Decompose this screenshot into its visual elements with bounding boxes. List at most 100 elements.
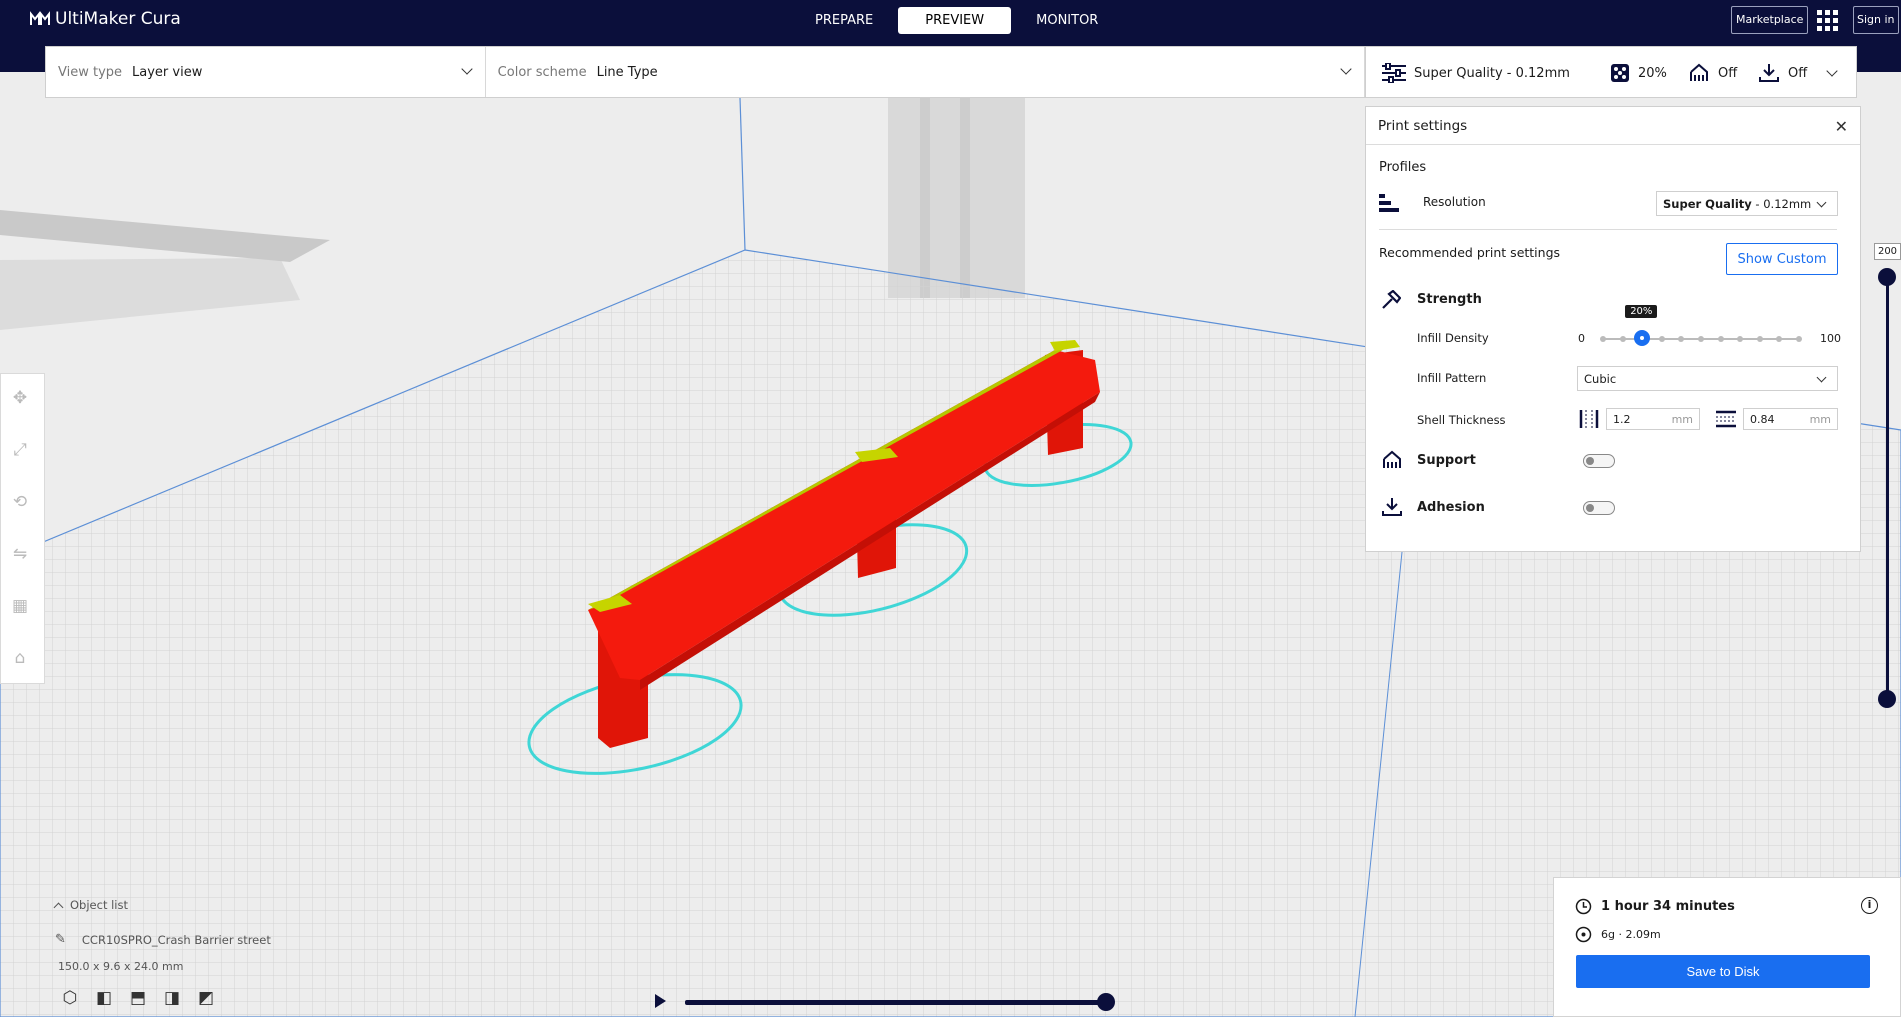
chevron-down-icon: [1816, 372, 1827, 383]
color-scheme-label: Color scheme: [497, 64, 587, 80]
support-summary: Off: [1718, 65, 1738, 81]
view-selector-bar: View type Layer view Color scheme Line T…: [45, 46, 1365, 98]
unit-label: mm: [1809, 412, 1831, 426]
support-heading: Support: [1417, 453, 1476, 468]
object-list-toggle[interactable]: Object list: [53, 898, 271, 912]
chevron-up-icon: [53, 902, 64, 912]
strength-heading: Strength: [1417, 292, 1482, 307]
infill-icon: [1611, 64, 1629, 82]
infill-pattern-value: Cubic: [1584, 371, 1617, 386]
view-type-dropdown[interactable]: View type Layer view: [46, 47, 486, 97]
adhesion-heading: Adhesion: [1417, 500, 1485, 515]
chevron-down-icon: [1816, 197, 1827, 208]
resolution-dropdown[interactable]: Super Quality - 0.12mm: [1656, 191, 1838, 216]
object-list: Object list ✎ CCR10SPRO_Crash Barrier st…: [53, 898, 271, 973]
adhesion-icon: [1759, 64, 1779, 82]
clock-icon: [1575, 898, 1592, 915]
resolution-value-quality: Super Quality: [1663, 196, 1752, 211]
pencil-icon[interactable]: ✎: [55, 932, 66, 947]
object-dimensions: 150.0 x 9.6 x 24.0 mm: [58, 960, 184, 973]
mirror-tool-icon[interactable]: ⇋: [9, 544, 31, 566]
print-settings-panel: Print settings ✕: [1365, 106, 1861, 552]
wall-thickness-value: 1.2: [1613, 412, 1631, 426]
print-time: 1 hour 34 minutes: [1601, 899, 1735, 914]
profile-summary: Super Quality - 0.12mm: [1414, 65, 1570, 81]
profiles-heading: Profiles: [1379, 160, 1427, 175]
play-icon[interactable]: [655, 994, 666, 1008]
per-model-settings-icon[interactable]: ▦: [9, 596, 31, 618]
slider-tick: [1658, 336, 1665, 342]
spool-icon: [1575, 926, 1592, 943]
info-icon[interactable]: i: [1861, 897, 1878, 914]
tab-preview[interactable]: PREVIEW: [898, 7, 1012, 34]
resolution-label: Resolution: [1423, 195, 1486, 209]
infill-min-label: 0: [1578, 332, 1585, 345]
chevron-down-icon: [1340, 63, 1352, 75]
app-logo: UltiMaker Cura: [30, 9, 181, 29]
scale-tool-icon[interactable]: ⤢: [9, 440, 31, 462]
layer-slider-bottom-handle[interactable]: [1878, 690, 1896, 708]
slider-tick: [1600, 336, 1606, 342]
adhesion-summary: Off: [1788, 65, 1808, 81]
infill-summary: 20%: [1638, 65, 1667, 81]
shell-thickness-label: Shell Thickness: [1417, 413, 1506, 427]
tool-panel: ✥ ⤢ ⟲ ⇋ ▦ ⌂: [0, 373, 45, 684]
slider-tick: [1717, 336, 1724, 342]
save-to-disk-button[interactable]: Save to Disk: [1576, 955, 1870, 988]
unit-label: mm: [1671, 412, 1693, 426]
resolution-value-height: - 0.12mm: [1751, 196, 1812, 211]
object-list-label: Object list: [70, 898, 128, 912]
right-view-icon[interactable]: ◩: [194, 988, 218, 1010]
print-settings-summary[interactable]: Super Quality - 0.12mm 20% Off Off: [1365, 46, 1857, 98]
tab-monitor[interactable]: MONITOR: [1017, 7, 1117, 34]
slider-tick: [1619, 336, 1626, 342]
print-estimate-panel: 1 hour 34 minutes i 6g · 2.09m Save to D…: [1553, 877, 1901, 1017]
recommended-heading: Recommended print settings: [1379, 245, 1561, 260]
infill-pattern-label: Infill Pattern: [1417, 371, 1487, 385]
move-tool-icon[interactable]: ✥: [9, 388, 31, 410]
3d-view-icon[interactable]: ⬡: [58, 988, 82, 1010]
panel-title: Print settings: [1378, 117, 1468, 134]
rotate-tool-icon[interactable]: ⟲: [9, 492, 31, 514]
chevron-down-icon[interactable]: [1826, 65, 1838, 77]
strength-hammer-icon: [1382, 290, 1401, 309]
front-view-icon[interactable]: ◧: [92, 988, 116, 1010]
signin-button[interactable]: Sign in: [1853, 6, 1899, 34]
settings-sliders-icon: [1382, 63, 1406, 83]
top-bottom-thickness-input[interactable]: 0.84 mm: [1743, 408, 1838, 430]
infill-max-label: 100: [1820, 332, 1841, 345]
layer-slider[interactable]: [1886, 275, 1889, 699]
slider-tick: [1698, 336, 1704, 342]
chevron-down-icon: [461, 63, 473, 75]
top-view-icon[interactable]: ⬒: [126, 988, 150, 1010]
close-icon[interactable]: ✕: [1835, 117, 1848, 136]
path-slider-handle[interactable]: [1097, 993, 1115, 1011]
color-scheme-value: Line Type: [596, 64, 658, 80]
wall-thickness-icon: [1579, 410, 1599, 428]
apps-grid-icon[interactable]: [1817, 10, 1838, 31]
infill-value-tooltip: 20%: [1625, 305, 1658, 318]
printer-column: [888, 98, 1025, 298]
show-custom-button[interactable]: Show Custom: [1726, 243, 1838, 275]
tab-prepare[interactable]: PREPARE: [796, 7, 892, 34]
infill-pattern-dropdown[interactable]: Cubic: [1577, 366, 1838, 391]
top-bottom-thickness-icon: [1716, 410, 1736, 428]
stage-tabs: PREPARE PREVIEW MONITOR: [796, 7, 1117, 34]
support-toggle[interactable]: [1583, 454, 1615, 468]
adhesion-toggle[interactable]: [1583, 501, 1615, 515]
wall-thickness-input[interactable]: 1.2 mm: [1606, 408, 1700, 430]
layer-max-input[interactable]: 200: [1874, 243, 1901, 260]
support-blocker-icon[interactable]: ⌂: [9, 648, 31, 670]
ultimaker-logo-icon: [30, 11, 50, 27]
app-title: UltiMaker Cura: [55, 9, 181, 29]
view-type-value: Layer view: [132, 64, 203, 80]
layer-path-slider[interactable]: [685, 1000, 1106, 1005]
layer-slider-top-handle[interactable]: [1878, 268, 1896, 286]
top-bottom-thickness-value: 0.84: [1750, 412, 1775, 426]
color-scheme-dropdown[interactable]: Color scheme Line Type: [486, 47, 1365, 97]
support-icon: [1383, 450, 1401, 468]
left-view-icon[interactable]: ◨: [160, 988, 184, 1010]
marketplace-button[interactable]: Marketplace: [1731, 6, 1809, 34]
slider-tick: [1756, 336, 1763, 342]
view-type-label: View type: [58, 64, 123, 80]
